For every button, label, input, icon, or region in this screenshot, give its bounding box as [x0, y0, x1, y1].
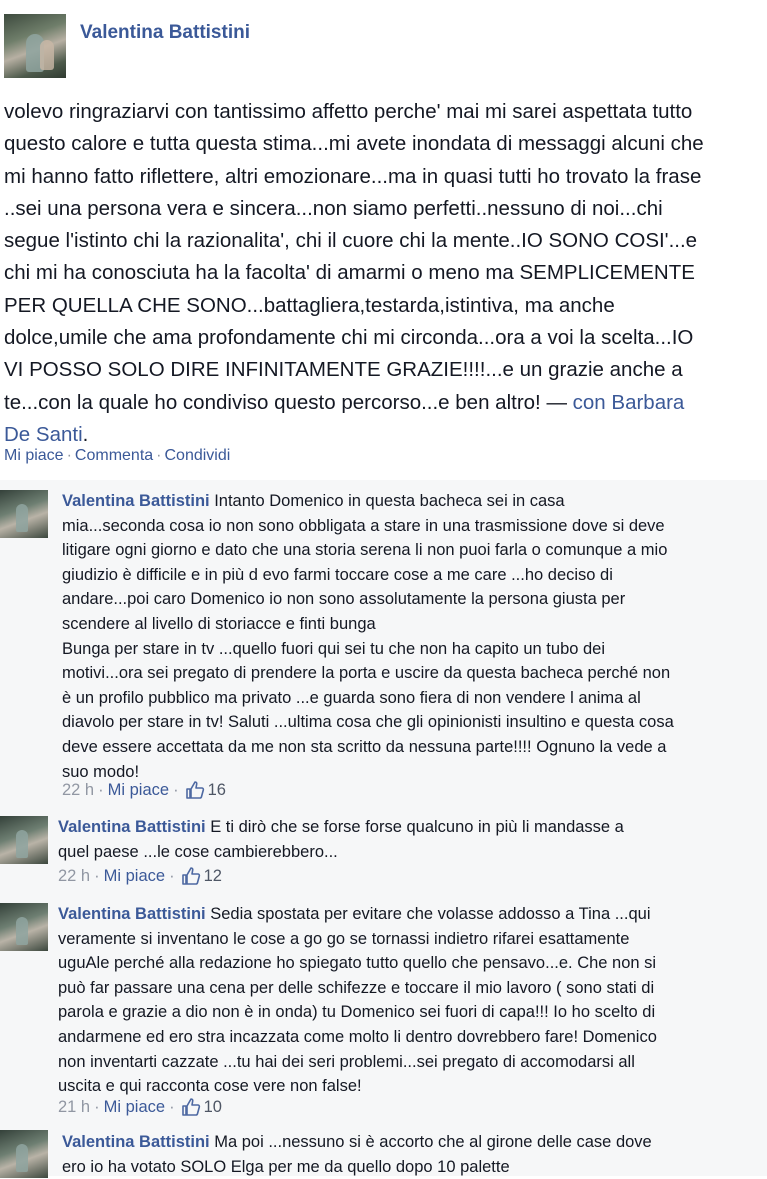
post-text: volevo ringraziarvi con tantissimo affet…	[4, 100, 704, 414]
separator: ·	[66, 447, 72, 464]
share-button[interactable]: Condividi	[164, 447, 230, 464]
like-count[interactable]: 10	[204, 1098, 222, 1117]
separator: ·	[156, 447, 162, 464]
comment-author[interactable]: Valentina Battistini	[62, 492, 210, 510]
separator: ·	[94, 1097, 100, 1116]
post-text-end: .	[82, 422, 89, 446]
comment-like-button[interactable]: Mi piace	[108, 781, 169, 800]
comment-author[interactable]: Valentina Battistini	[62, 1133, 210, 1151]
post-header: Valentina Battistini	[0, 0, 767, 90]
comment-avatar[interactable]	[0, 816, 48, 864]
thumbs-up-icon	[181, 867, 200, 885]
comment-time[interactable]: 22 h	[62, 781, 94, 800]
thumbs-up-icon	[185, 781, 204, 799]
comment-text: Valentina Battistini Ma poi ...nessuno s…	[62, 1130, 767, 1179]
thumbs-up-icon	[181, 1098, 200, 1116]
comment-text: Valentina Battistini Intanto Domenico in…	[62, 489, 767, 784]
separator: ·	[98, 780, 104, 799]
comment-text: Valentina Battistini E ti dirò che se fo…	[58, 815, 767, 864]
comment-body: Sedia spostata per evitare che volasse a…	[58, 905, 657, 1096]
separator: ·	[94, 866, 100, 885]
comment-body: Intanto Domenico in questa bacheca sei i…	[62, 492, 674, 781]
post-actions: Mi piace · Commenta · Condividi	[4, 447, 230, 465]
comment-avatar[interactable]	[0, 903, 48, 951]
post-body: volevo ringraziarvi con tantissimo affet…	[4, 96, 764, 451]
author-avatar[interactable]	[4, 14, 66, 78]
like-count[interactable]: 16	[208, 781, 226, 800]
comment-like-button[interactable]: Mi piace	[104, 1098, 165, 1117]
comment-time[interactable]: 22 h	[58, 867, 90, 886]
separator: ·	[169, 866, 175, 885]
comment-author[interactable]: Valentina Battistini	[58, 905, 206, 923]
separator: ·	[169, 1097, 175, 1116]
separator: ·	[173, 780, 179, 799]
comment-meta: 22 h · Mi piace · 16	[62, 780, 226, 800]
comment-author[interactable]: Valentina Battistini	[58, 818, 206, 836]
comment-avatar[interactable]	[0, 1130, 48, 1178]
comment-meta: 22 h · Mi piace · 12	[58, 866, 222, 886]
comment-avatar[interactable]	[0, 490, 48, 538]
like-button[interactable]: Mi piace	[4, 447, 64, 464]
comment-like-button[interactable]: Mi piace	[104, 867, 165, 886]
comment-button[interactable]: Commenta	[75, 447, 153, 464]
like-count[interactable]: 12	[204, 867, 222, 886]
post-author-name[interactable]: Valentina Battistini	[80, 22, 250, 44]
comment-text: Valentina Battistini Sedia spostata per …	[58, 902, 767, 1099]
comment-meta: 21 h · Mi piace · 10	[58, 1097, 222, 1117]
comment-time[interactable]: 21 h	[58, 1098, 90, 1117]
